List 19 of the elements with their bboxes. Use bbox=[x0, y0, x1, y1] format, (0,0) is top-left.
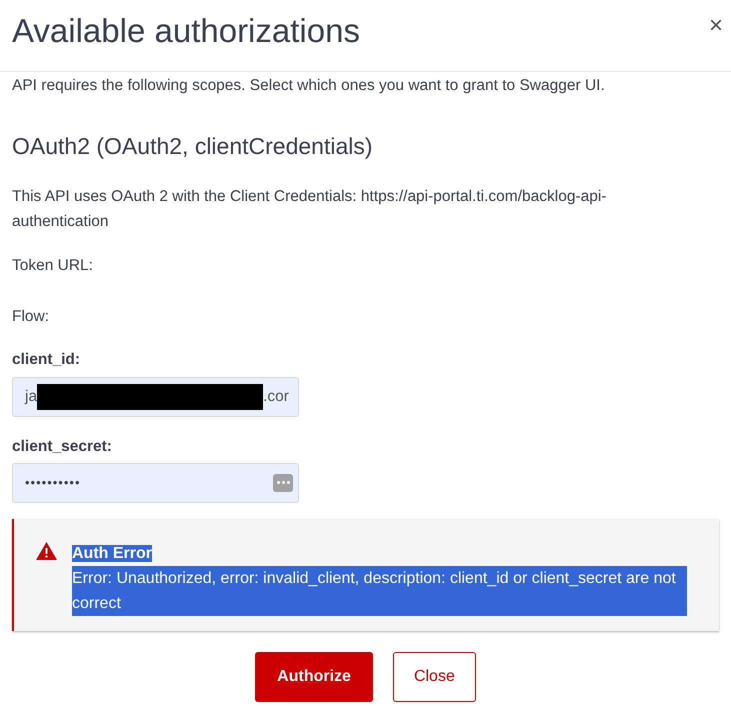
field-label: client_secret: bbox=[12, 436, 113, 456]
scheme-heading: OAuth2 (OAuth2, clientCredentials) bbox=[12, 132, 374, 162]
field-value: •••••••••• bbox=[25, 474, 81, 492]
field-value-end: .cor bbox=[263, 386, 289, 407]
field-value: ja bbox=[25, 386, 38, 407]
token-url-label: Token URL: bbox=[12, 256, 94, 276]
authorize-button[interactable]: Authorize bbox=[255, 652, 373, 702]
error-title: Auth Error bbox=[72, 544, 152, 562]
dialog-title: Available authorizations bbox=[12, 11, 360, 51]
password-field[interactable]: •••••••••• bbox=[12, 462, 299, 503]
field-label: client_id: bbox=[12, 350, 82, 370]
error-message: Error: Unauthorized, error: invalid_client, description: client_id or client_secret are not correct bbox=[72, 566, 687, 616]
input-field[interactable]: ja .cor bbox=[12, 376, 299, 416]
reveal-password-icon[interactable] bbox=[273, 474, 293, 492]
scheme-description: This API uses OAuth 2 with the Client Credentials: https://api-portal.ti.com/backlog-api-authentication bbox=[12, 186, 608, 232]
flow-label: Flow: bbox=[12, 307, 50, 327]
close-button[interactable]: Close bbox=[392, 652, 476, 702]
scopes-intro: API requires the following scopes. Select which ones you want to grant to Swagger UI. bbox=[12, 76, 606, 96]
warning-icon bbox=[36, 542, 57, 560]
